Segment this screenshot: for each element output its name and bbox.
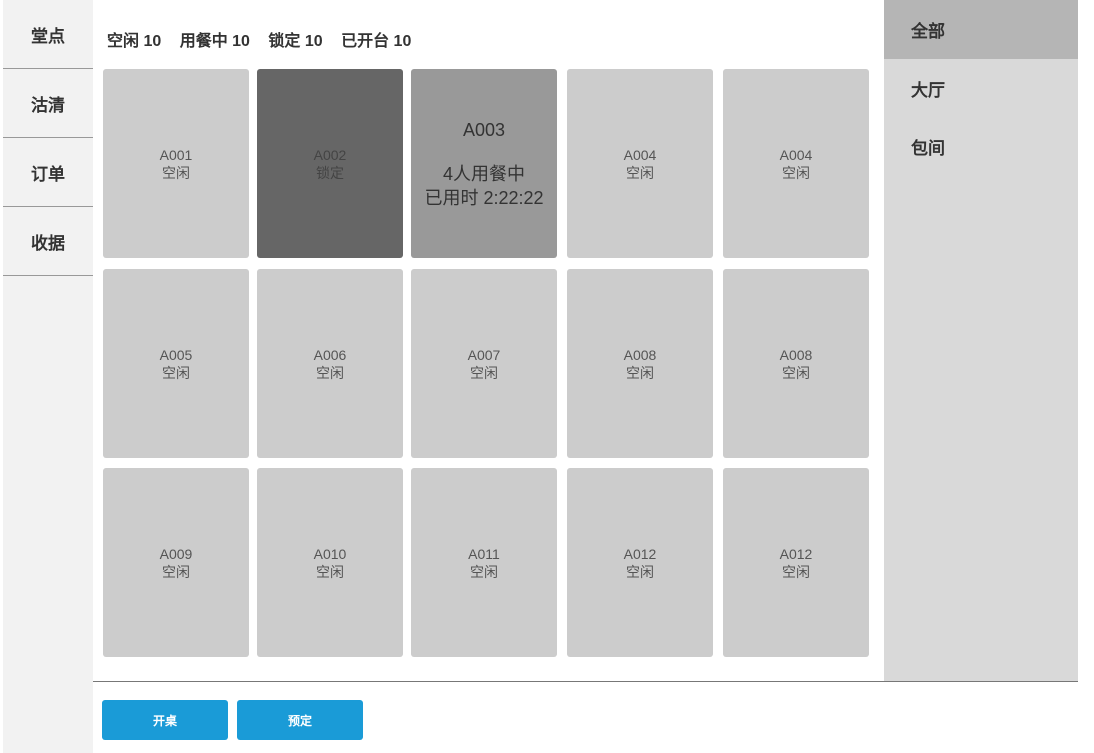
table-name: A003 — [462, 119, 506, 140]
table-status: 空闲 — [470, 563, 498, 580]
table-status: 空闲 — [626, 364, 654, 381]
stat-idle: 空闲 10 — [107, 33, 162, 50]
stat-locked: 锁定 10 — [268, 33, 323, 50]
table-status: 空闲 — [782, 164, 810, 181]
table-name: A006 — [313, 346, 347, 363]
table-name: A008 — [623, 346, 657, 363]
table-name: A011 — [468, 545, 500, 562]
table-card[interactable]: A011 空闲 — [411, 468, 557, 657]
open-table-button[interactable]: 开桌 — [102, 700, 228, 740]
table-card[interactable]: A002 锁定 — [257, 69, 403, 258]
table-elapsed-time: 已用时 2:22:22 — [424, 187, 544, 208]
left-nav: 堂点 沽清 订单 收据 — [3, 0, 93, 753]
category-private-room[interactable]: 包间 — [884, 117, 1078, 175]
table-card[interactable]: A010 空闲 — [257, 468, 403, 657]
table-status: 空闲 — [316, 563, 344, 580]
category-panel: 全部 大厅 包间 — [884, 0, 1078, 681]
table-status: 锁定 — [316, 164, 344, 181]
stat-opened: 已开台 10 — [341, 33, 412, 50]
status-summary: 空闲 10 用餐中 10 锁定 10 已开台 10 — [107, 27, 425, 50]
table-status: 空闲 — [162, 563, 190, 580]
table-card[interactable]: A008 空闲 — [723, 269, 869, 458]
table-name: A002 — [313, 146, 347, 163]
table-card[interactable]: A001 空闲 — [103, 69, 249, 258]
table-name: A008 — [779, 346, 813, 363]
table-status: 空闲 — [626, 563, 654, 580]
table-name: A012 — [623, 545, 657, 562]
nav-item-orders[interactable]: 订单 — [3, 138, 93, 207]
table-status: 空闲 — [470, 364, 498, 381]
table-status: 空闲 — [162, 364, 190, 381]
category-hall[interactable]: 大厅 — [884, 59, 1078, 117]
table-card[interactable]: A008 空闲 — [567, 269, 713, 458]
table-card[interactable]: A004 空闲 — [723, 69, 869, 258]
stat-dining: 用餐中 10 — [179, 33, 250, 50]
footer-toolbar: 开桌 预定 — [93, 681, 1078, 753]
table-name: A012 — [779, 545, 813, 562]
table-card[interactable]: A007 空闲 — [411, 269, 557, 458]
table-name: A010 — [313, 545, 347, 562]
reserve-button[interactable]: 预定 — [237, 700, 363, 740]
table-card[interactable]: A003 4人用餐中已用时 2:22:22 — [411, 69, 557, 258]
table-status: 空闲 — [316, 364, 344, 381]
table-card[interactable]: A005 空闲 — [103, 269, 249, 458]
table-card[interactable]: A004 空闲 — [567, 69, 713, 258]
table-status: 空闲 — [162, 164, 190, 181]
table-card[interactable]: A006 空闲 — [257, 269, 403, 458]
table-status: 空闲 — [782, 364, 810, 381]
table-name: A007 — [467, 346, 501, 363]
nav-item-gu-qing[interactable]: 沽清 — [3, 69, 93, 138]
table-name: A009 — [159, 545, 193, 562]
nav-item-receipts[interactable]: 收据 — [3, 207, 93, 276]
table-status: 4人用餐中 — [442, 163, 525, 184]
table-card[interactable]: A012 空闲 — [567, 468, 713, 657]
table-name: A005 — [159, 346, 193, 363]
table-name: A004 — [779, 146, 813, 163]
table-card[interactable]: A012 空闲 — [723, 468, 869, 657]
table-name: A001 — [159, 146, 193, 163]
category-all[interactable]: 全部 — [884, 0, 1078, 59]
table-status: 空闲 — [782, 563, 810, 580]
table-card[interactable]: A009 空闲 — [103, 468, 249, 657]
table-area: 空闲 10 用餐中 10 锁定 10 已开台 10 A001 空闲 A002 锁定 A0… — [93, 0, 884, 681]
table-name: A004 — [623, 146, 657, 163]
nav-item-tang-dian[interactable]: 堂点 — [3, 0, 93, 69]
table-status: 空闲 — [626, 164, 654, 181]
